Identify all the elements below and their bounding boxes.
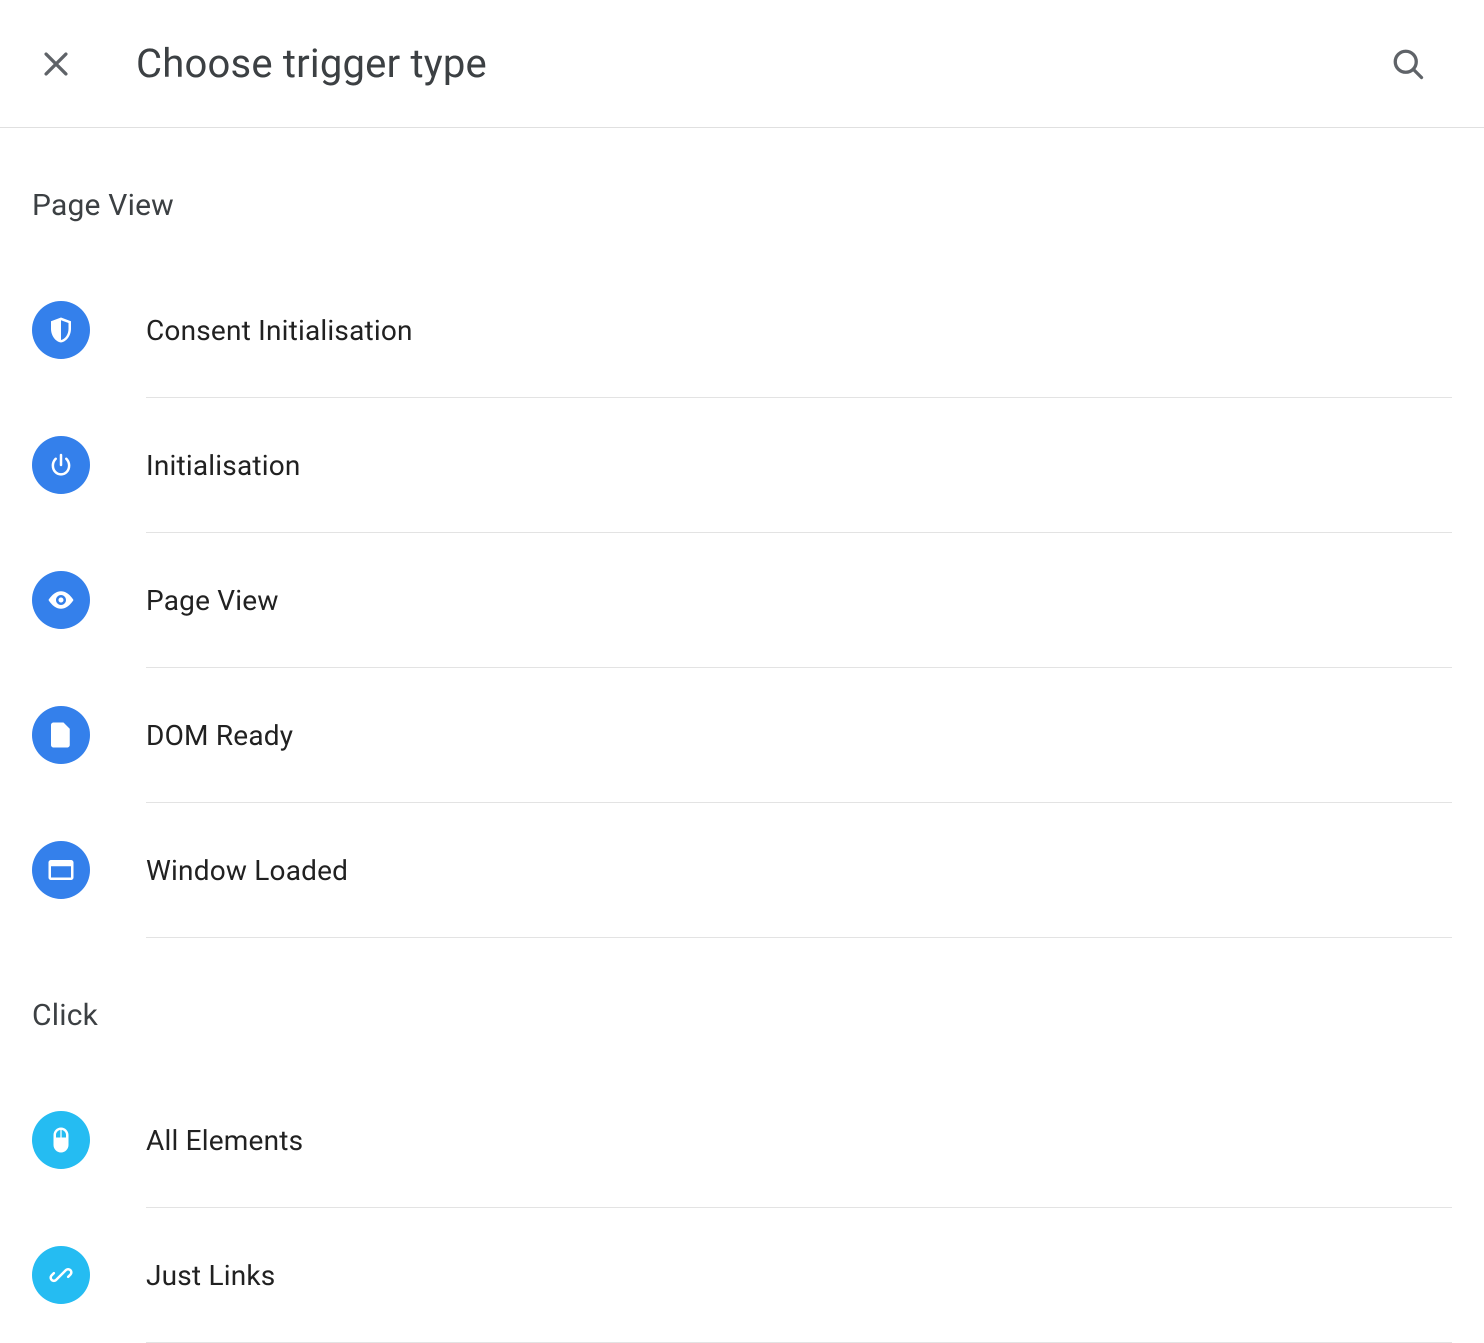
trigger-item-page-view[interactable]: Page View: [32, 533, 1452, 667]
link-icon: [32, 1246, 90, 1304]
divider: [146, 937, 1452, 938]
trigger-label: All Elements: [146, 1124, 1452, 1157]
power-icon: [32, 436, 90, 494]
close-icon: [39, 47, 73, 81]
trigger-label: Page View: [146, 584, 1452, 617]
mouse-icon: [32, 1111, 90, 1169]
section-heading-page-view: Page View: [32, 188, 1452, 223]
search-icon: [1390, 46, 1426, 82]
close-button[interactable]: [32, 40, 80, 88]
trigger-label: DOM Ready: [146, 719, 1452, 752]
header-bar: Choose trigger type: [0, 0, 1484, 128]
trigger-label: Window Loaded: [146, 854, 1452, 887]
window-icon: [32, 841, 90, 899]
trigger-label: Just Links: [146, 1259, 1452, 1292]
content-area: Page View Consent Initialisation Initial…: [0, 188, 1484, 1343]
eye-icon: [32, 571, 90, 629]
search-button[interactable]: [1384, 40, 1432, 88]
trigger-item-dom-ready[interactable]: DOM Ready: [32, 668, 1452, 802]
section-heading-click: Click: [32, 998, 1452, 1033]
shield-icon: [32, 301, 90, 359]
header-title: Choose trigger type: [136, 40, 1384, 87]
trigger-item-consent-initialisation[interactable]: Consent Initialisation: [32, 263, 1452, 397]
trigger-label: Consent Initialisation: [146, 314, 1452, 347]
document-icon: [32, 706, 90, 764]
trigger-item-all-elements[interactable]: All Elements: [32, 1073, 1452, 1207]
trigger-item-window-loaded[interactable]: Window Loaded: [32, 803, 1452, 937]
trigger-item-initialisation[interactable]: Initialisation: [32, 398, 1452, 532]
trigger-label: Initialisation: [146, 449, 1452, 482]
trigger-item-just-links[interactable]: Just Links: [32, 1208, 1452, 1342]
